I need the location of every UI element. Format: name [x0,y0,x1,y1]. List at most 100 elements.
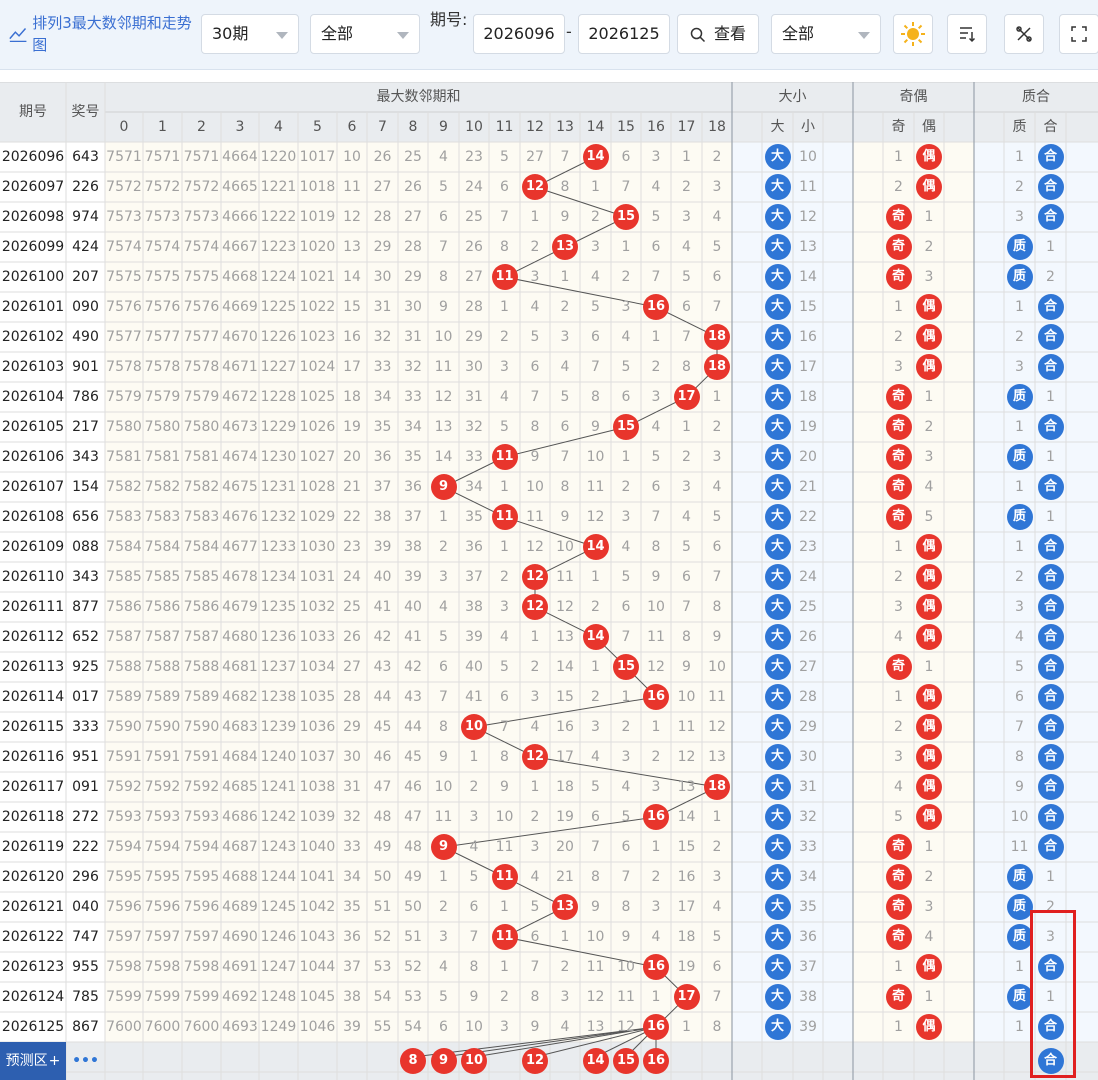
issue-cell: 2026122 [1,929,65,945]
sum-cell: 11 [586,479,605,495]
sum-cell: 7572 [106,179,142,195]
sum-cell: 29 [343,719,361,735]
issue-to-input[interactable]: 2026125 [578,14,670,54]
sum-col-header: 0 [119,119,129,135]
sum-col-header: 1 [158,119,167,135]
prime-miss-cell: 1 [1046,239,1055,255]
prediction-ball[interactable]: 15 [613,1048,639,1074]
prediction-ball[interactable]: 14 [582,1048,609,1074]
prime-ball: 质 [1006,924,1033,950]
sum-cell: 1227 [260,359,297,375]
chevron-down-icon [858,32,870,39]
sum-cell: 1243 [260,839,297,855]
sum-cell: 1224 [260,269,297,285]
sum-cell: 1025 [299,389,336,405]
prime-miss-cell: 3 [1015,209,1024,225]
prime-miss-cell: 10 [1010,809,1029,825]
size-ball: 大 [764,624,791,650]
sum-cell: 8 [560,179,570,195]
sum-cell: 5 [439,989,448,1005]
fullscreen-button[interactable] [1059,14,1098,54]
sum-cell: 3 [651,899,661,915]
more-icon[interactable]: ••• [66,1046,105,1076]
sum-cell: 7593 [144,809,181,825]
sum-cell: 27 [373,179,392,195]
sort-button[interactable] [947,14,987,54]
sum-cell: 4691 [222,959,258,975]
sum-cell: 43 [404,689,422,705]
size-miss-cell: 11 [799,179,817,195]
prediction-ball[interactable]: 9 [430,1048,457,1074]
sum-cell: 5 [712,929,722,945]
sum-cell: 7572 [183,179,220,195]
sum-cell: 4682 [222,689,258,705]
chart-title[interactable]: 排列3最大数邻期和走势图 [8,6,193,62]
prediction-ball[interactable]: 8 [400,1048,426,1074]
theme-button[interactable] [893,14,933,54]
prediction-ball[interactable]: 10 [461,1048,487,1074]
plus-icon[interactable]: + [49,1053,61,1069]
sum-cell: 1026 [299,419,336,435]
sum-cell: 1 [651,329,661,345]
parity-miss-cell: 5 [894,809,903,825]
period-select[interactable]: 30期 [201,14,299,54]
fullscreen-icon [1071,26,1087,42]
size-miss-cell: 20 [799,449,817,465]
size-ball: 大 [764,264,791,290]
sum-cell: 1046 [299,1019,336,1035]
sum-cell: 7 [500,719,509,735]
sum-cell: 6 [439,1019,448,1035]
issue-cell: 2026115 [1,719,65,735]
sum-cell: 6 [560,419,570,435]
sum-cell: 6 [621,599,631,615]
prediction-ball[interactable]: 12 [522,1048,548,1074]
issue-cell: 2026111 [1,599,65,615]
sum-cell: 10 [343,149,361,165]
sum-cell: 10 [434,329,453,345]
filter-select[interactable]: 全部 [310,14,420,54]
sum-cell: 5 [621,569,631,585]
sum-cell: 33 [373,359,392,375]
parity-ball: 偶 [916,1014,942,1040]
sum-cell: 1 [621,689,631,705]
sum-cell: 46 [373,749,392,765]
parity-ball: 偶 [916,594,942,620]
sum-cell: 4678 [222,569,258,585]
prize-cell: 877 [72,599,99,615]
size-ball: 大 [764,1014,791,1040]
prediction-ball[interactable]: 16 [643,1048,669,1074]
sum-cell: 4693 [222,1019,258,1035]
prime-miss-cell: 3 [1015,599,1024,615]
size-ball: 大 [764,354,791,380]
prize-cell: 867 [72,1019,99,1035]
sum-cell: 1229 [260,419,297,435]
sum-cell: 7594 [183,839,220,855]
prime-ball: 质 [1006,984,1033,1010]
prize-cell: 343 [72,449,99,465]
sum-cell: 49 [404,869,422,885]
prime-ball: 质 [1006,384,1033,410]
sum-cell: 1044 [299,959,336,975]
sum-cell: 6 [621,839,631,855]
sum-cell: 45 [373,719,392,735]
sum-cell: 14 [434,449,453,465]
prediction-label[interactable]: 预测区+ [0,1042,66,1080]
shuffle-button[interactable] [1004,14,1044,54]
query-button[interactable]: 查看 [677,14,759,54]
parity-ball: 偶 [916,774,942,800]
sum-cell: 1027 [299,449,336,465]
sum-cell: 7579 [144,389,181,405]
hit-ball: 10 [461,714,487,740]
prize-cell: 226 [72,179,99,195]
size-miss-cell: 10 [799,149,817,165]
filter-select-2[interactable]: 全部 [771,14,881,54]
sum-cell: 2 [712,149,722,165]
issue-cell: 2026096 [1,149,65,165]
sum-cell: 5 [712,239,722,255]
prime-miss-cell: 2 [1015,179,1024,195]
issue-from-input[interactable]: 2026096 [473,14,565,54]
sum-cell: 11 [617,989,635,1005]
issue-cell: 2026123 [1,959,65,975]
sum-cell: 1 [469,749,479,765]
sum-cell: 10 [526,479,544,495]
